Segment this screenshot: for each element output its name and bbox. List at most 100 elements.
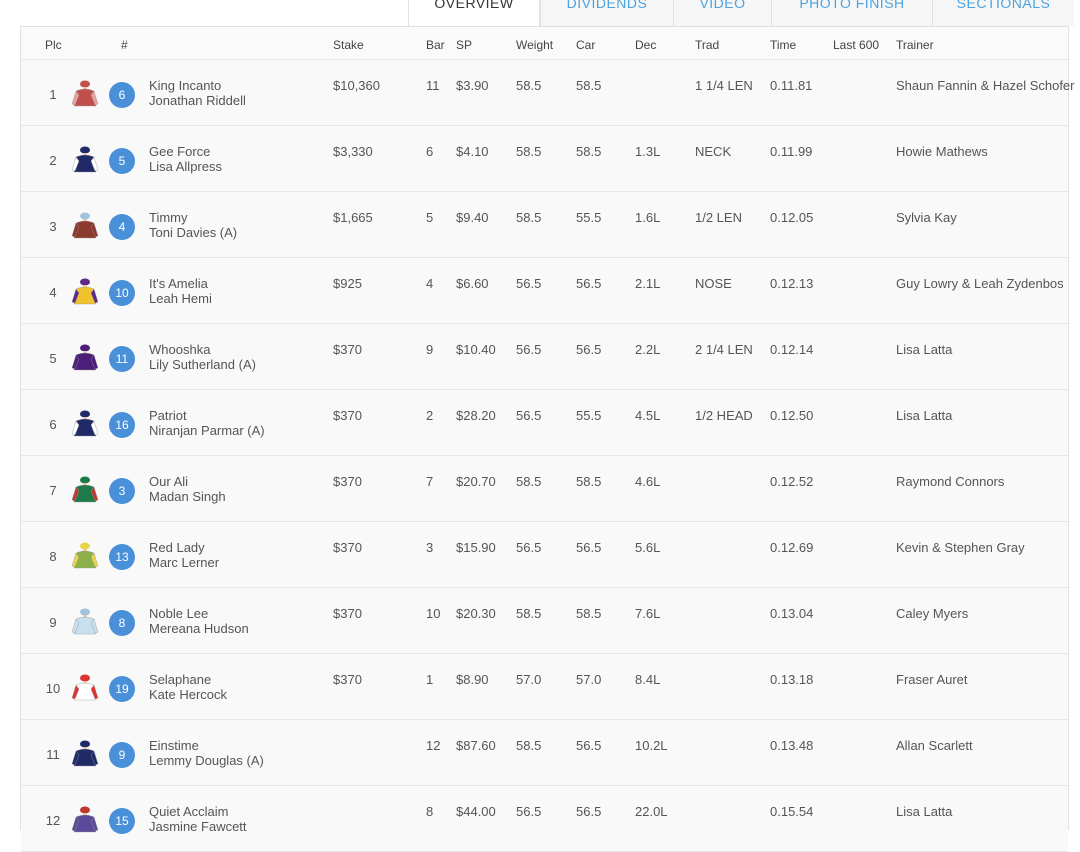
header-last600: Last 600 bbox=[833, 38, 880, 52]
barrier: 11 bbox=[426, 78, 440, 93]
barrier: 5 bbox=[426, 210, 434, 225]
table-header: Plc # Stake Bar SP Weight Car Dec Trad T… bbox=[21, 27, 1068, 60]
weight: 58.5 bbox=[516, 78, 542, 93]
tab-photo-finish[interactable]: PHOTO FINISH bbox=[771, 0, 932, 26]
race-time: 0.13.48 bbox=[770, 738, 814, 753]
race-time: 0.11.81 bbox=[770, 78, 813, 93]
stake-link[interactable]: $370 bbox=[333, 342, 362, 357]
decimal-margin: 1.3L bbox=[635, 144, 661, 159]
horse-name-link[interactable]: Einstime bbox=[149, 738, 199, 753]
traditional-margin: 2 1/4 LEN bbox=[695, 342, 753, 357]
horse-name-link[interactable]: Patriot bbox=[149, 408, 187, 423]
place: 2 bbox=[49, 153, 57, 168]
trainer-name: Lisa Latta bbox=[896, 342, 953, 357]
result-tabs: OVERVIEW DIVIDENDS VIDEO PHOTO FINISH SECTIO… bbox=[408, 0, 1074, 26]
jockey-name: Jasmine Fawcett bbox=[149, 819, 247, 834]
weight: 58.5 bbox=[516, 144, 542, 159]
barrier: 1 bbox=[426, 672, 434, 687]
jockey-silk-icon bbox=[71, 276, 99, 306]
table-row: 10 19 Selaphane Kate Hercock $370 1 $8.90 57.0 5… bbox=[21, 654, 1068, 720]
barrier: 8 bbox=[426, 804, 434, 819]
starting-price: $28.20 bbox=[456, 408, 496, 423]
jockey-silk-icon bbox=[71, 210, 99, 240]
weight: 58.5 bbox=[516, 474, 542, 489]
header-plc: Plc bbox=[45, 38, 62, 52]
header-sp: SP bbox=[456, 38, 473, 52]
tab-overview[interactable]: OVERVIEW bbox=[408, 0, 540, 26]
decimal-margin: 8.4L bbox=[635, 672, 661, 687]
starting-price: $4.10 bbox=[456, 144, 489, 159]
stake-link[interactable]: $370 bbox=[333, 474, 362, 489]
carried-weight: 58.5 bbox=[576, 474, 602, 489]
horse-name-link[interactable]: Quiet Acclaim bbox=[149, 804, 228, 819]
header-car: Car bbox=[576, 38, 596, 52]
carried-weight: 58.5 bbox=[576, 144, 602, 159]
horse-name-link[interactable]: Gee Force bbox=[149, 144, 210, 159]
race-time: 0.13.04 bbox=[770, 606, 814, 621]
table-body: 1 6 King Incanto Jonathan Riddell $10,360 11 $… bbox=[21, 60, 1075, 852]
trainer-name: Fraser Auret bbox=[896, 672, 968, 687]
tab-video[interactable]: VIDEO bbox=[673, 0, 771, 26]
horse-name-link[interactable]: It's Amelia bbox=[149, 276, 208, 291]
stake-link[interactable]: $370 bbox=[333, 606, 362, 621]
table-row: 3 4 Timmy Toni Davies (A) $1,665 5 $9.40 58.5 55… bbox=[21, 192, 1068, 258]
weight: 56.5 bbox=[516, 408, 542, 423]
trainer-name: Howie Mathews bbox=[896, 144, 988, 159]
stake-link[interactable]: $1,665 bbox=[333, 210, 373, 225]
stake-link[interactable]: $925 bbox=[333, 276, 362, 291]
stake-link[interactable]: $370 bbox=[333, 408, 362, 423]
barrier: 7 bbox=[426, 474, 434, 489]
place: 5 bbox=[49, 351, 57, 366]
header-trad: Trad bbox=[695, 38, 720, 52]
table-row: 4 10 It's Amelia Leah Hemi $925 4 $6.60 56.5 56.… bbox=[21, 258, 1068, 324]
jockey-silk-icon bbox=[71, 78, 99, 108]
tab-label: SECTIONALS bbox=[956, 0, 1051, 11]
horse-name-link[interactable]: Red Lady bbox=[149, 540, 205, 555]
horse-name-link[interactable]: Noble Lee bbox=[149, 606, 208, 621]
tab-label: VIDEO bbox=[699, 0, 746, 11]
stake-link[interactable]: $370 bbox=[333, 672, 362, 687]
stake-link[interactable]: $370 bbox=[333, 540, 362, 555]
header-dec: Dec bbox=[635, 38, 657, 52]
stake-link[interactable]: $10,360 bbox=[333, 78, 380, 93]
traditional-margin: NOSE bbox=[695, 276, 732, 291]
horse-name-link[interactable]: Our Ali bbox=[149, 474, 188, 489]
table-row: 12 15 Quiet Acclaim Jasmine Fawcett 8 $44.00 5… bbox=[21, 786, 1068, 852]
horse-name-link[interactable]: Whooshka bbox=[149, 342, 210, 357]
race-time: 0.12.69 bbox=[770, 540, 814, 555]
carried-weight: 56.5 bbox=[576, 342, 602, 357]
traditional-margin: NECK bbox=[695, 144, 732, 159]
trainer-name: Allan Scarlett bbox=[896, 738, 973, 753]
weight: 58.5 bbox=[516, 606, 542, 621]
decimal-margin: 22.0L bbox=[635, 804, 668, 819]
carried-weight: 56.5 bbox=[576, 276, 602, 291]
jockey-name: Lisa Allpress bbox=[149, 159, 222, 174]
jockey-name: Lily Sutherland (A) bbox=[149, 357, 256, 372]
weight: 57.0 bbox=[516, 672, 542, 687]
starting-price: $20.30 bbox=[456, 606, 496, 621]
stake-link[interactable]: $3,330 bbox=[333, 144, 373, 159]
carried-weight: 56.5 bbox=[576, 738, 602, 753]
tab-dividends[interactable]: DIVIDENDS bbox=[540, 0, 673, 26]
carried-weight: 55.5 bbox=[576, 210, 602, 225]
decimal-margin: 4.6L bbox=[635, 474, 661, 489]
tab-sectionals[interactable]: SECTIONALS bbox=[932, 0, 1074, 26]
weight: 56.5 bbox=[516, 342, 542, 357]
horse-name-link[interactable]: Selaphane bbox=[149, 672, 211, 687]
starting-price: $44.00 bbox=[456, 804, 496, 819]
trainer-name: Caley Myers bbox=[896, 606, 969, 621]
race-time: 0.12.14 bbox=[770, 342, 814, 357]
starting-price: $8.90 bbox=[456, 672, 489, 687]
saddle-number-badge: 5 bbox=[109, 148, 135, 174]
horse-name-link[interactable]: King Incanto bbox=[149, 78, 221, 93]
horse-name-link[interactable]: Timmy bbox=[149, 210, 188, 225]
starting-price: $3.90 bbox=[456, 78, 489, 93]
table-row: 11 9 Einstime Lemmy Douglas (A) 12 $87.60 58.5… bbox=[21, 720, 1068, 786]
results-table: Plc # Stake Bar SP Weight Car Dec Trad T… bbox=[20, 26, 1075, 852]
tab-label: OVERVIEW bbox=[434, 0, 514, 11]
barrier: 10 bbox=[426, 606, 441, 621]
jockey-silk-icon bbox=[71, 540, 99, 570]
carried-weight: 58.5 bbox=[576, 78, 602, 93]
saddle-number-badge: 3 bbox=[109, 478, 135, 504]
trainer-name: Shaun Fannin & Hazel Schofer bbox=[896, 78, 1075, 93]
